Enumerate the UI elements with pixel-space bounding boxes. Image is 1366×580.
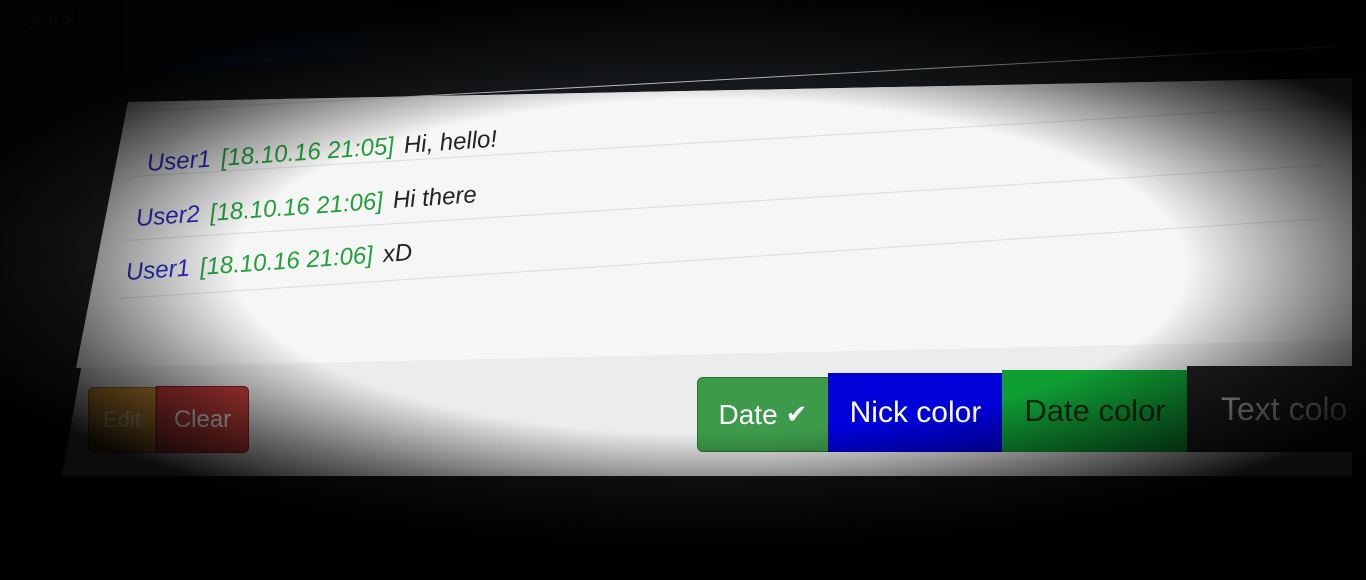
check-icon: ✔ (785, 399, 808, 429)
nick-color-button[interactable]: Nick color (828, 373, 1003, 452)
date-color-button[interactable]: Date color (1002, 370, 1188, 452)
clear-button[interactable]: Clear (156, 386, 249, 453)
edit-button[interactable]: Edit (88, 387, 156, 453)
app-window: ...iagram User1 [18.10.16 21:05] Hi, hello… (0, 0, 1366, 580)
text-color-button[interactable]: Text colo (1187, 366, 1366, 452)
message-text: Hi there (391, 181, 478, 215)
message-text: Hi, hello! (402, 125, 498, 160)
message-text: xD (381, 239, 414, 269)
date-toggle-label: Date (718, 398, 778, 430)
message-nick[interactable]: User1 (146, 146, 212, 177)
window-title: ...iagram (9, 1, 89, 40)
message-nick[interactable]: User2 (135, 201, 201, 232)
date-toggle-button[interactable]: Date ✔ (697, 377, 829, 452)
message-nick[interactable]: User1 (125, 255, 191, 286)
